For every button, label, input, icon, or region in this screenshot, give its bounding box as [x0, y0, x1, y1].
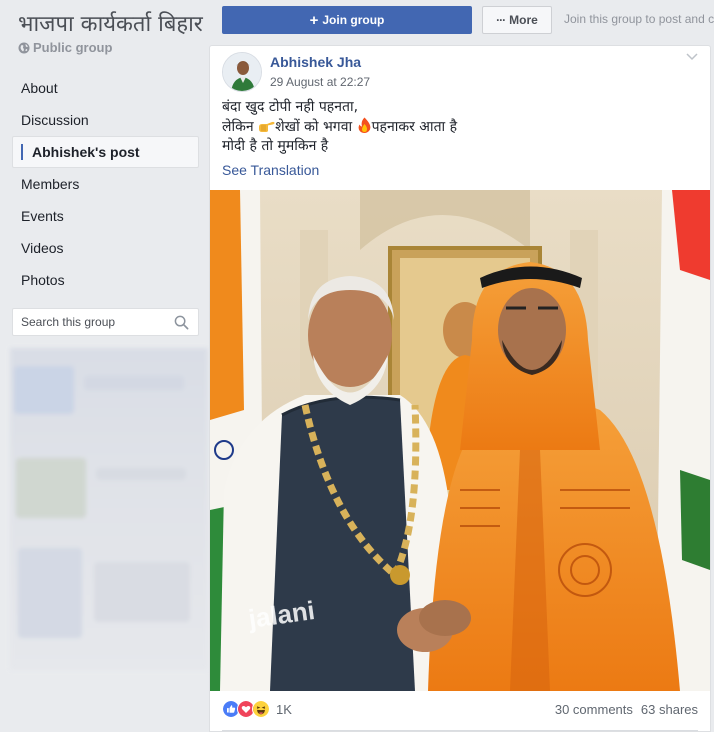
- ellipsis-icon: ···: [496, 13, 506, 27]
- post-line-1: बंदा खुद टोपी नही पहनता,: [222, 98, 457, 117]
- post-line-3: मोदी है तो मुमकिन है: [222, 137, 457, 156]
- post-author[interactable]: Abhishek Jha: [270, 54, 361, 70]
- engagement-counts: 30 comments 63 shares: [555, 702, 698, 717]
- pointing-hand-emoji: [259, 121, 275, 132]
- globe-icon: [18, 42, 30, 53]
- haha-icon: [252, 700, 270, 718]
- post-line-1-text: बंदा खुद टोपी नही पहनता,: [222, 99, 359, 115]
- post-line-3-text: मोदी है तो मुमकिन है: [222, 138, 329, 154]
- fire-emoji: [358, 117, 370, 133]
- group-search: [12, 308, 199, 336]
- chevron-down-icon[interactable]: [686, 53, 698, 61]
- blurred-content: [10, 348, 208, 670]
- group-type-label: Public group: [33, 40, 113, 55]
- avatar[interactable]: [222, 52, 262, 92]
- nav-item-post[interactable]: Abhishek's post: [12, 136, 199, 168]
- post-line-2-text-c: पहनाकर आता है: [371, 119, 458, 135]
- post-card: Abhishek Jha 29 August at 22:27 बंदा खुद…: [209, 45, 711, 732]
- post-photo[interactable]: jalani: [210, 190, 710, 691]
- nav-item-photos[interactable]: Photos: [12, 264, 199, 296]
- see-translation-link[interactable]: See Translation: [222, 162, 319, 178]
- nav-item-videos[interactable]: Videos: [12, 232, 199, 264]
- group-privacy: Public group: [18, 40, 112, 55]
- join-group-label: Join group: [322, 13, 385, 27]
- share-count-link[interactable]: 63 shares: [641, 702, 698, 717]
- post-timestamp[interactable]: 29 August at 22:27: [270, 75, 370, 89]
- photo-illustration: jalani: [210, 190, 710, 691]
- more-label: More: [509, 13, 538, 27]
- search-icon[interactable]: [174, 315, 189, 330]
- nav-item-about[interactable]: About: [12, 72, 199, 104]
- nav-item-events[interactable]: Events: [12, 200, 199, 232]
- join-hint-text: Join this group to post and c: [564, 12, 714, 26]
- left-sidebar: भाजपा कार्यकर्ता बिहार Public group Abou…: [0, 0, 208, 732]
- nav-item-members[interactable]: Members: [12, 168, 199, 200]
- group-title[interactable]: भाजपा कार्यकर्ता बिहार: [18, 8, 203, 38]
- more-button[interactable]: ··· More: [482, 6, 552, 34]
- comment-count-link[interactable]: 30 comments: [555, 702, 633, 717]
- search-input[interactable]: [13, 309, 163, 335]
- post-line-2: लेकिन शेखों को भगवा पहनाकर आता है: [222, 117, 457, 137]
- group-nav: About Discussion Abhishek's post Members…: [12, 72, 199, 296]
- post-message: बंदा खुद टोपी नही पहनता, लेकिन शेखों को …: [222, 98, 457, 156]
- nav-item-discussion[interactable]: Discussion: [12, 104, 199, 136]
- join-group-button[interactable]: + Join group: [222, 6, 472, 34]
- post-divider: [222, 730, 698, 731]
- reaction-count: 1K: [276, 701, 292, 717]
- plus-icon: +: [309, 11, 319, 29]
- reaction-summary[interactable]: 1K: [222, 700, 292, 718]
- avatar-photo: [223, 53, 261, 91]
- post-line-2-text-b: शेखों को भगवा: [275, 119, 357, 135]
- post-line-2-text-a: लेकिन: [222, 119, 259, 135]
